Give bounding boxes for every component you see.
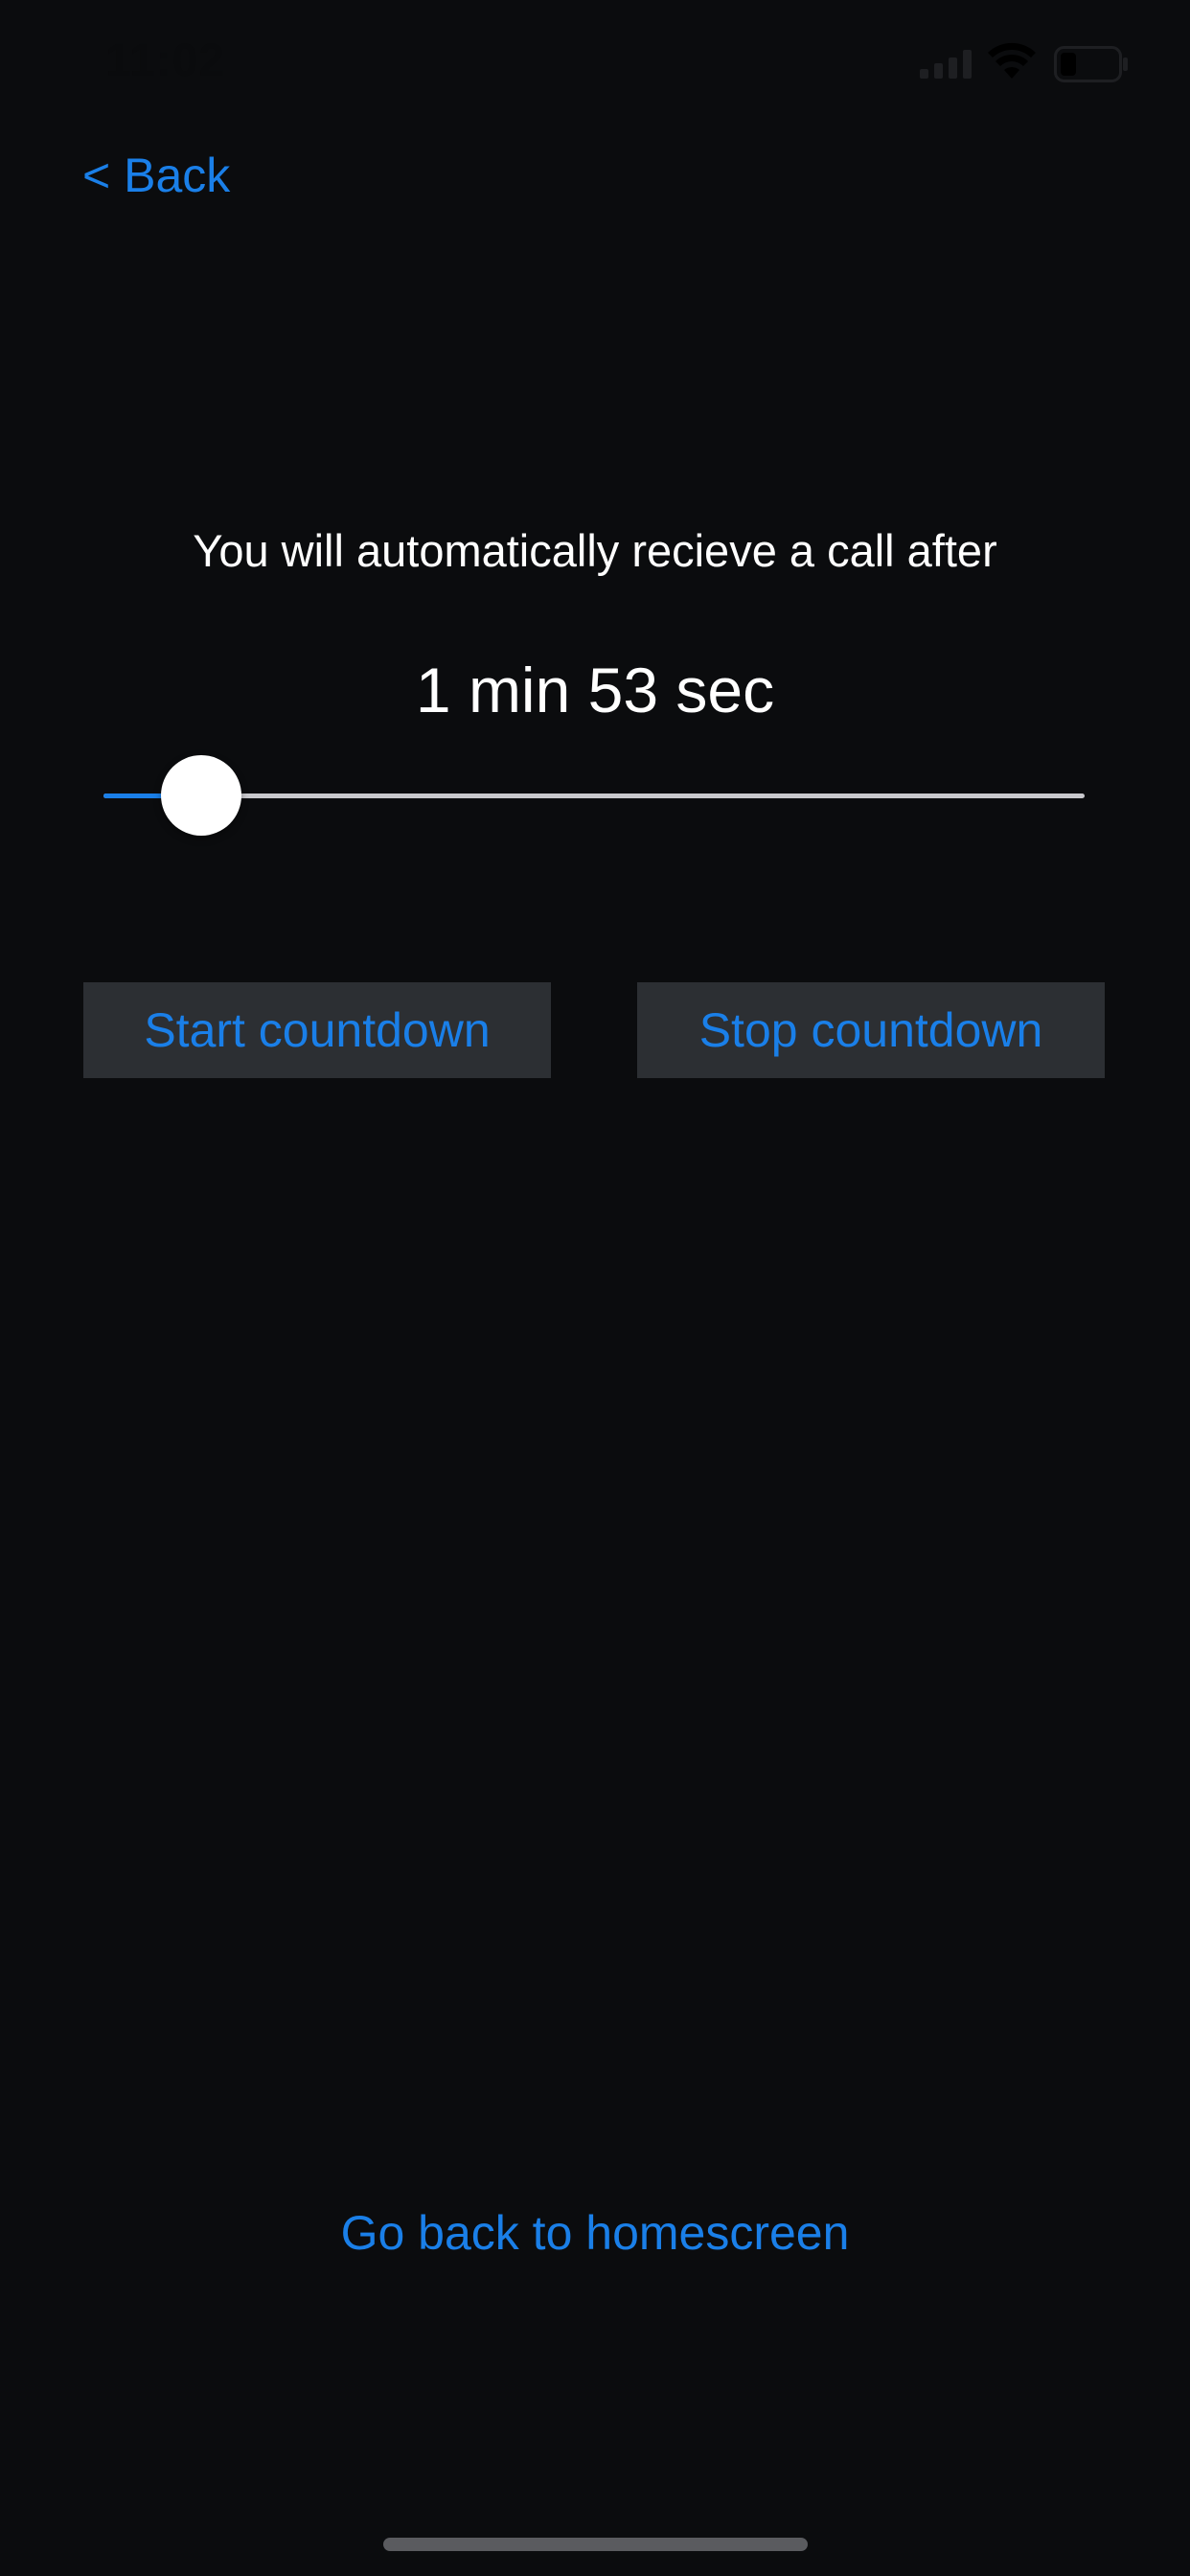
- go-home-link[interactable]: Go back to homescreen: [0, 2199, 1190, 2266]
- slider-track: [103, 794, 1085, 798]
- countdown-slider[interactable]: [103, 748, 1085, 843]
- countdown-screen: 11:02 < Back You will automatically reci…: [0, 0, 1190, 2576]
- back-button[interactable]: < Back: [82, 142, 230, 209]
- signal-icon: [920, 50, 972, 79]
- stop-countdown-button[interactable]: Stop countdown: [637, 982, 1105, 1078]
- countdown-timer-value: 1 min 53 sec: [415, 655, 775, 725]
- home-indicator[interactable]: [383, 2538, 808, 2551]
- countdown-info-text: You will automatically recieve a call af…: [193, 525, 997, 576]
- start-countdown-button[interactable]: Start countdown: [83, 982, 551, 1078]
- wifi-icon: [988, 42, 1036, 79]
- battery-icon: [1054, 46, 1128, 82]
- slider-thumb[interactable]: [161, 755, 241, 836]
- status-time: 11:02: [105, 35, 226, 86]
- status-bar: 11:02: [0, 0, 1190, 134]
